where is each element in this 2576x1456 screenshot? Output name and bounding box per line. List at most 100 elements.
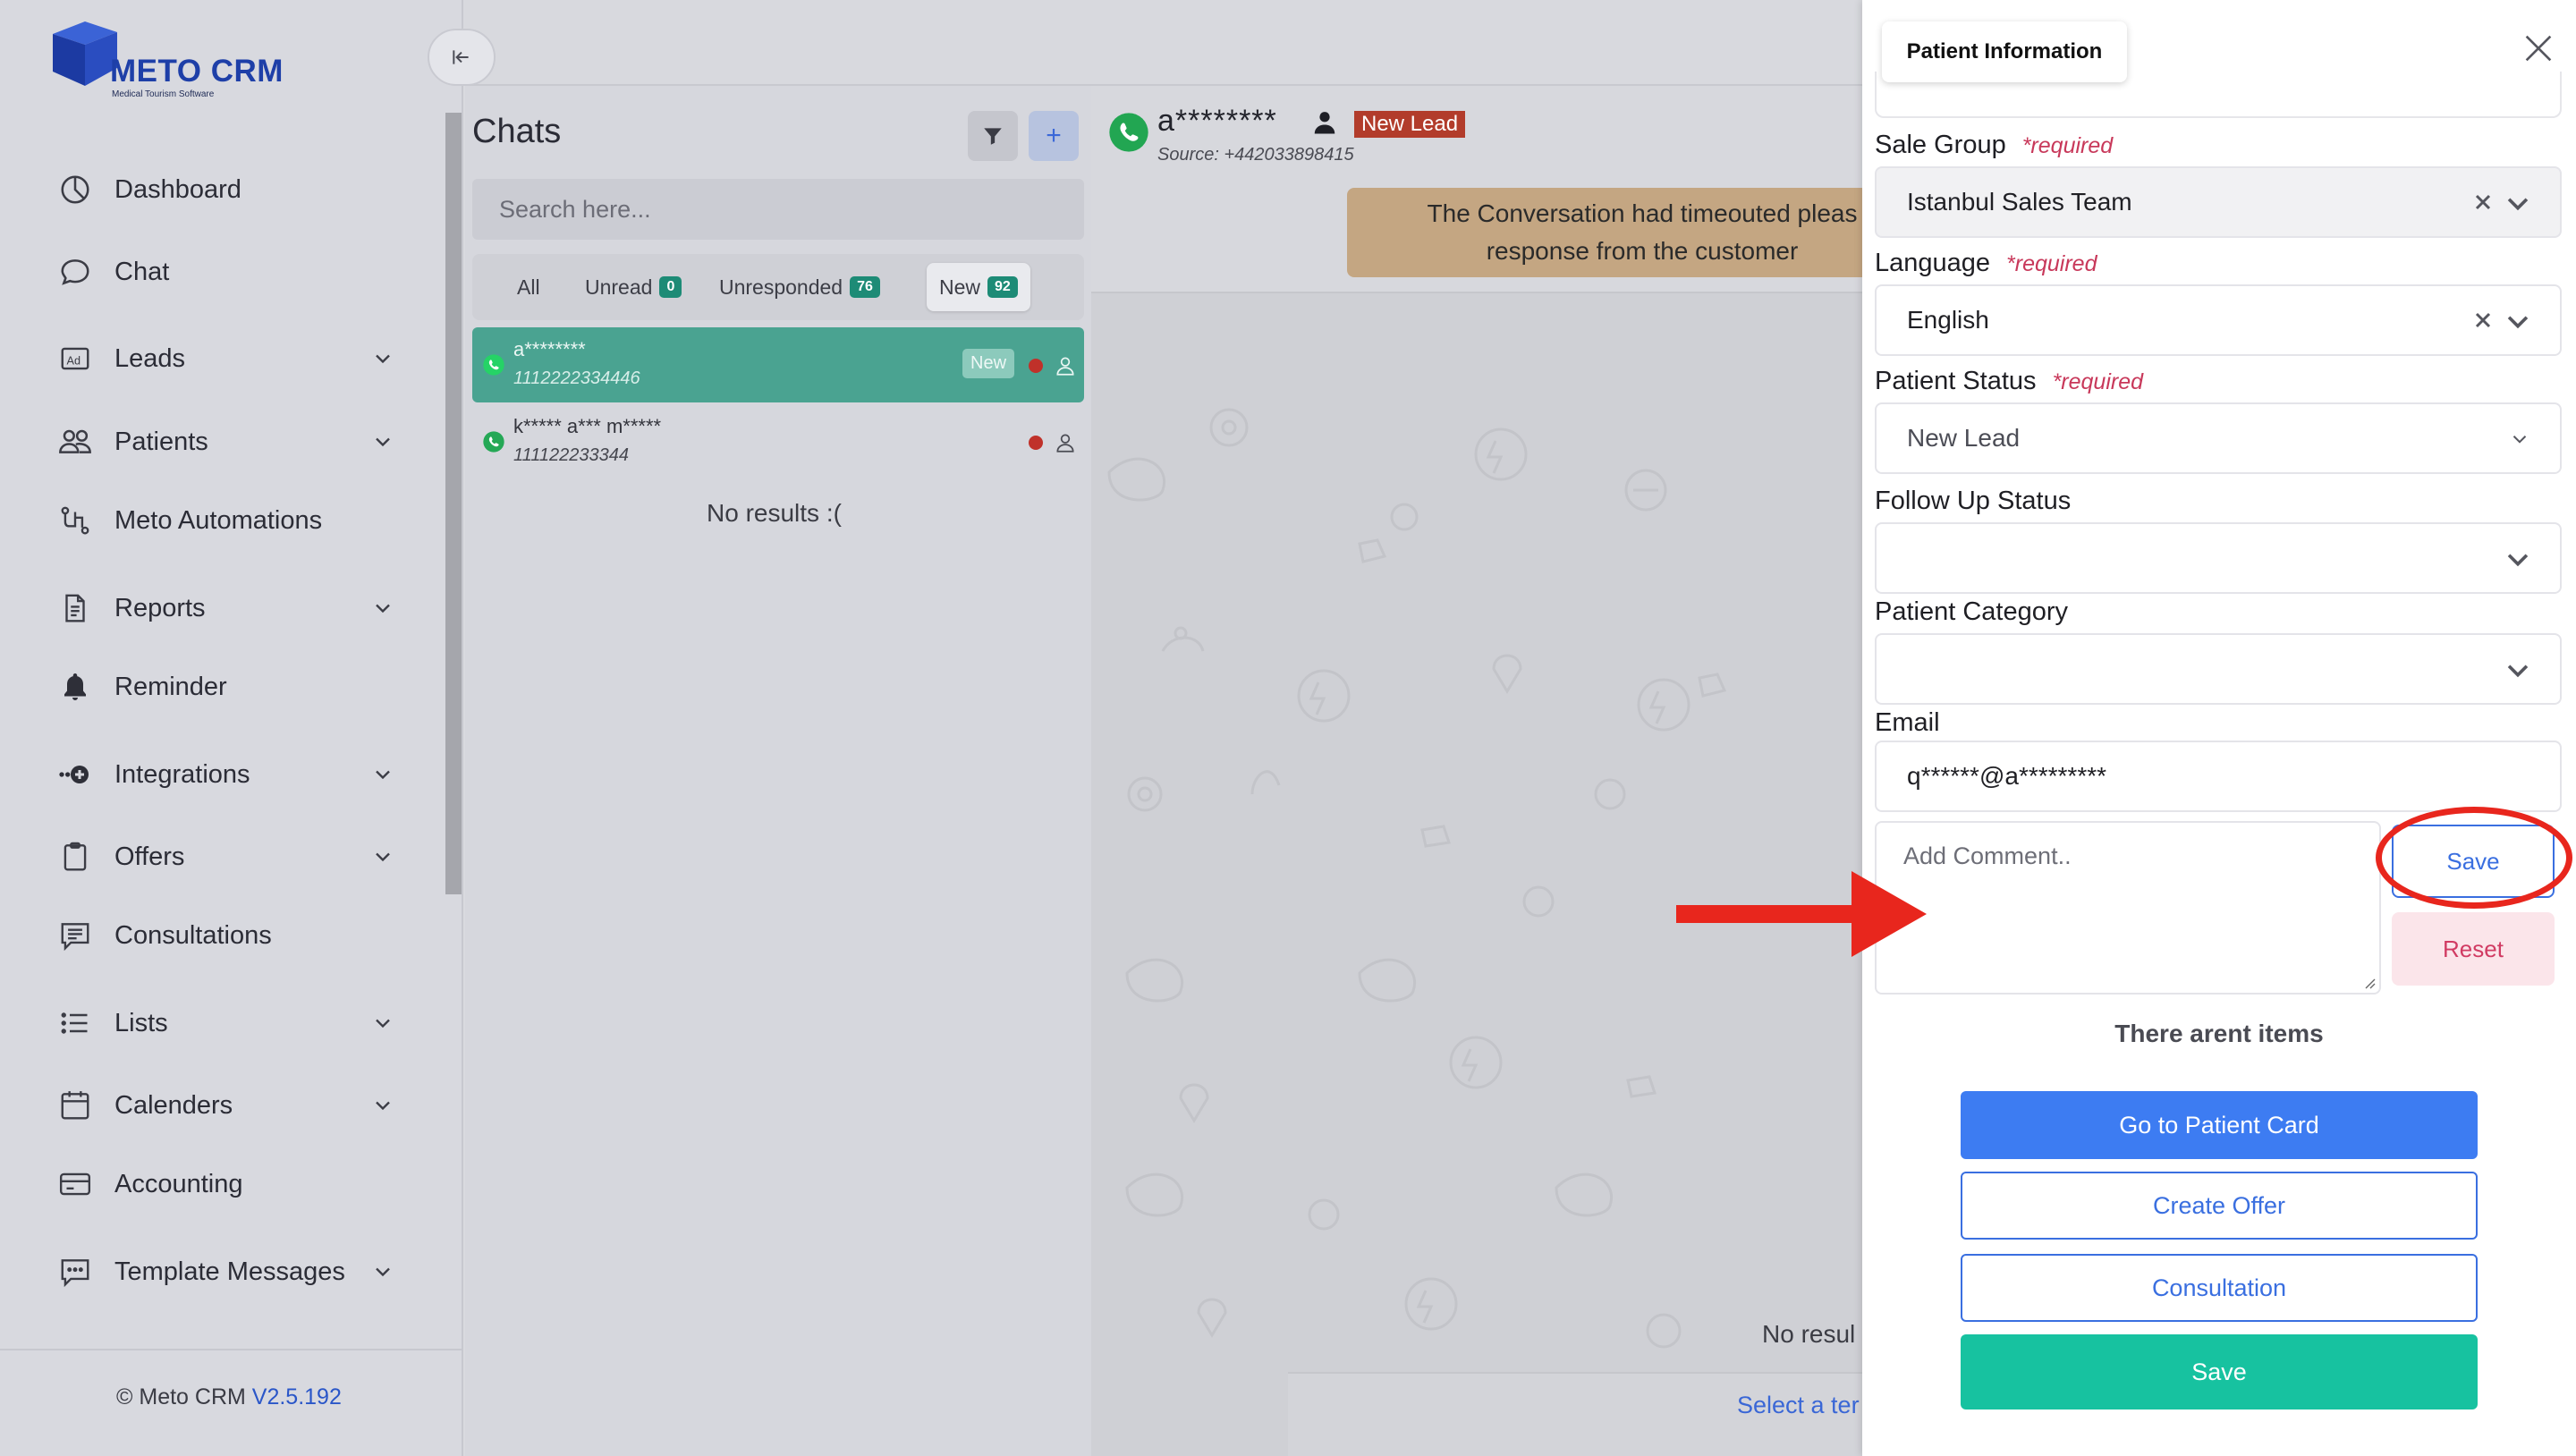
filter-button[interactable] <box>968 111 1018 161</box>
collapse-sidebar-button[interactable] <box>428 29 496 86</box>
chevron-down-icon[interactable] <box>2503 188 2533 218</box>
chat-search <box>472 179 1084 240</box>
chevron-down-icon <box>376 1101 390 1111</box>
chat-list-item[interactable]: k***** a*** m***** 111122233344 <box>472 404 1084 479</box>
sidebar-footer: © Meto CRM V2.5.192 <box>0 1349 463 1456</box>
create-offer-button[interactable]: Create Offer <box>1961 1172 2478 1240</box>
add-chat-button[interactable]: + <box>1029 111 1079 161</box>
svg-text:Ad: Ad <box>67 354 80 367</box>
sidebar-item-patients[interactable]: Patients <box>55 417 395 467</box>
field-label: Sale Group <box>1875 131 2006 159</box>
chevron-down-icon <box>376 770 390 780</box>
email-value: q******@a********* <box>1907 762 2107 790</box>
select-value: New Lead <box>1907 424 2021 452</box>
new-badge: New <box>962 349 1015 378</box>
chevron-down-icon <box>376 354 390 364</box>
lead-status-badge: New Lead <box>1354 111 1466 138</box>
sidebar-item-integrations[interactable]: Integrations <box>55 749 395 800</box>
timeout-notice-line: response from the customer <box>1486 237 1799 265</box>
chat-search-input[interactable] <box>472 179 1084 240</box>
select-value: English <box>1907 306 1989 334</box>
sidebar-item-lists[interactable]: Lists <box>55 998 395 1048</box>
sidebar-item-leads[interactable]: Ad Leads <box>55 334 395 384</box>
select-template-link[interactable]: Select a ter <box>1737 1392 1860 1419</box>
patient-status-select[interactable]: New Lead <box>1875 402 2562 474</box>
sidebar-item-dashboard[interactable]: Dashboard <box>55 165 395 215</box>
follow-up-status-select[interactable] <box>1875 522 2562 594</box>
patient-category-label: Patient Category <box>1875 597 2069 626</box>
reset-comment-button[interactable]: Reset <box>2392 912 2555 986</box>
timeout-notice: The Conversation had timeouted pleas res… <box>1347 188 1862 277</box>
sidebar-scrollbar[interactable] <box>445 113 462 894</box>
required-indicator: *required <box>2052 369 2144 394</box>
copyright: © Meto CRM V2.5.192 <box>116 1384 342 1410</box>
language-select[interactable]: English <box>1875 284 2562 356</box>
sidebar-item-label: Dashboard <box>114 174 242 204</box>
chevron-down-icon <box>376 437 390 447</box>
sidebar-item-label: Integrations <box>114 759 250 789</box>
sidebar-item-template-messages[interactable]: Template Messages <box>55 1247 395 1297</box>
sidebar-item-chat[interactable]: Chat <box>55 247 395 297</box>
version-link[interactable]: V2.5.192 <box>252 1384 342 1409</box>
conversation-panel: a******** New Lead Source: +442033898415… <box>1091 86 1862 1456</box>
sidebar-item-offers[interactable]: Offers <box>55 832 395 882</box>
sidebar-item-consultations[interactable]: Consultations <box>55 910 395 961</box>
sale-group-select[interactable]: Istanbul Sales Team <box>1875 166 2562 238</box>
clear-icon[interactable] <box>2472 191 2494 213</box>
sidebar-item-reminder[interactable]: Reminder <box>55 662 395 712</box>
logo[interactable]: METO CRM Medical Tourism Software <box>49 16 318 106</box>
sidebar-item-label: Patients <box>114 427 208 456</box>
chat-icon <box>55 252 95 292</box>
close-icon[interactable] <box>2521 30 2556 66</box>
chevron-down-icon <box>376 1267 390 1277</box>
sale-group-label: Sale Group *required <box>1875 131 2113 160</box>
tab-new[interactable]: New 92 <box>927 263 1030 311</box>
chats-panel: Chats + All Unread0 Unresponded76 New92 … <box>465 86 1091 1456</box>
field-label: Patient Status <box>1875 367 2037 395</box>
top-bar <box>463 0 1862 86</box>
tab-unread[interactable]: Unread 0 <box>572 263 694 311</box>
email-field[interactable]: q******@a********* <box>1875 741 2562 812</box>
resize-handle-icon[interactable] <box>2361 975 2376 989</box>
patient-status-label: Patient Status *required <box>1875 367 2143 396</box>
chat-contact-name: a******** <box>513 338 586 360</box>
sidebar-item-calenders[interactable]: Calenders <box>55 1080 395 1130</box>
sidebar-item-label: Lists <box>114 1008 168 1037</box>
count-badge: 0 <box>659 276 682 298</box>
sidebar-item-reports[interactable]: Reports <box>55 583 395 633</box>
email-label: Email <box>1875 708 1940 737</box>
plus-icon: + <box>1046 121 1062 150</box>
sidebar-item-accounting[interactable]: Accounting <box>55 1159 395 1209</box>
user-icon[interactable] <box>1054 354 1077 377</box>
sidebar-item-label: Calenders <box>114 1090 233 1120</box>
patient-category-select[interactable] <box>1875 633 2562 705</box>
consultation-button[interactable]: Consultation <box>1961 1254 2478 1322</box>
chat-list-item[interactable]: a******** 1112222334446 New <box>472 327 1084 402</box>
patient-info-panel: Patient Information Sale Group *required … <box>1862 0 2576 1456</box>
conversation-no-results: No resul <box>1762 1320 1856 1348</box>
user-icon[interactable] <box>1054 431 1077 454</box>
clear-icon[interactable] <box>2472 309 2494 331</box>
chevron-down-icon[interactable] <box>2503 306 2533 336</box>
comment-box <box>1875 821 2381 995</box>
sidebar-item-label: Consultations <box>114 920 272 950</box>
tab-patient-information[interactable]: Patient Information <box>1882 21 2127 82</box>
sidebar-item-label: Template Messages <box>114 1257 345 1286</box>
chevron-down-icon <box>376 604 390 614</box>
conversation-header: a******** New Lead Source: +442033898415… <box>1091 86 1862 293</box>
status-dot <box>1029 359 1043 373</box>
person-icon[interactable] <box>1311 109 1338 136</box>
template-message-icon <box>55 1252 95 1291</box>
comment-input[interactable] <box>1877 823 2379 993</box>
chat-contact-phone: 111122233344 <box>513 445 630 465</box>
sidebar-item-meto-automations[interactable]: Meto Automations <box>55 495 395 546</box>
tab-unresponded[interactable]: Unresponded 76 <box>707 263 893 311</box>
save-patient-button[interactable]: Save <box>1961 1334 2478 1409</box>
go-to-patient-card-button[interactable]: Go to Patient Card <box>1961 1091 2478 1159</box>
tab-all[interactable]: All <box>504 263 553 311</box>
sidebar-item-label: Meto Automations <box>114 505 323 535</box>
field-label: Language <box>1875 249 1991 277</box>
required-indicator: *required <box>2021 133 2114 158</box>
chats-title: Chats <box>472 113 562 150</box>
whatsapp-icon <box>483 354 504 376</box>
